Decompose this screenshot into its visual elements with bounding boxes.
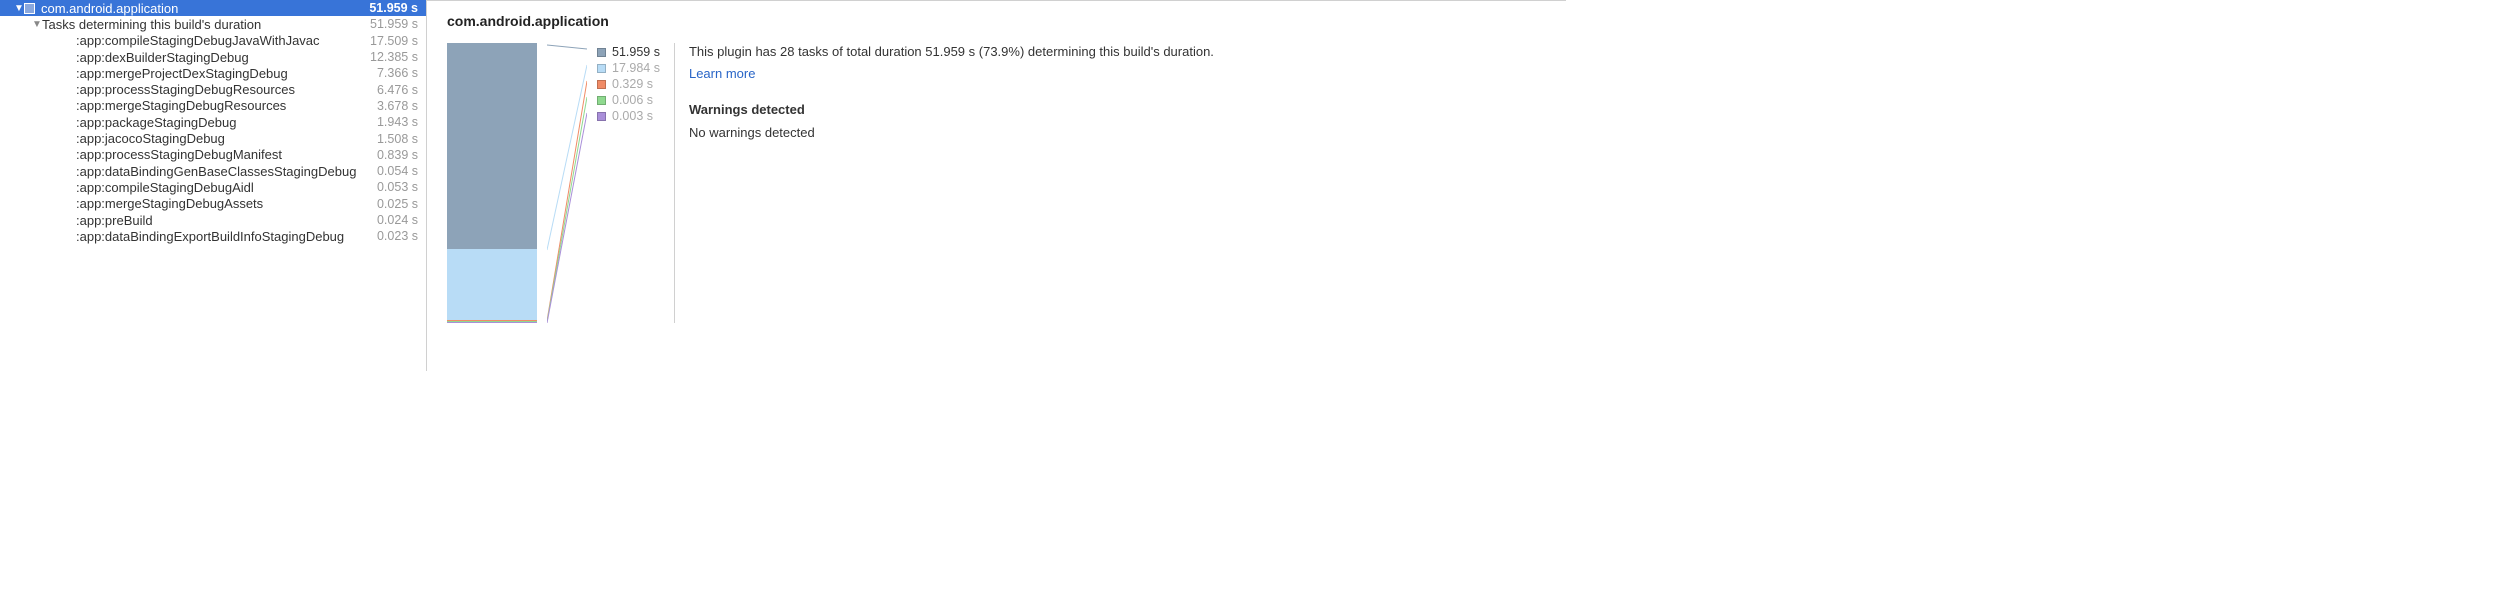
- detail-info: This plugin has 28 tasks of total durati…: [674, 43, 1546, 323]
- tree-task-label: :app:dataBindingGenBaseClassesStagingDeb…: [76, 164, 377, 179]
- tree-task-row[interactable]: :app:dataBindingExportBuildInfoStagingDe…: [0, 228, 426, 244]
- legend-value: 0.006 s: [612, 93, 653, 107]
- legend-value: 51.959 s: [612, 45, 660, 59]
- tree-subhead-row[interactable]: ▼ Tasks determining this build's duratio…: [0, 16, 426, 32]
- detail-summary: This plugin has 28 tasks of total durati…: [689, 43, 1546, 61]
- legend-swatch-icon: [597, 112, 606, 121]
- task-tree-panel: ▼ com.android.application 51.959 s ▼ Tas…: [0, 0, 427, 371]
- legend-value: 0.003 s: [612, 109, 653, 123]
- tree-task-label: :app:jacocoStagingDebug: [76, 131, 377, 146]
- tree-task-time: 0.054 s: [377, 164, 418, 178]
- chevron-down-icon: ▼: [32, 19, 42, 30]
- tree-task-time: 1.943 s: [377, 115, 418, 129]
- tree-root-row[interactable]: ▼ com.android.application 51.959 s: [0, 0, 426, 16]
- bar-segment: [447, 322, 537, 323]
- tree-task-row[interactable]: :app:mergeStagingDebugAssets0.025 s: [0, 196, 426, 212]
- legend-value: 0.329 s: [612, 77, 653, 91]
- tree-task-label: :app:dexBuilderStagingDebug: [76, 50, 370, 65]
- tree-task-row[interactable]: :app:jacocoStagingDebug1.508 s: [0, 130, 426, 146]
- legend-row: 0.006 s: [597, 93, 660, 107]
- tree-task-row[interactable]: :app:packageStagingDebug1.943 s: [0, 114, 426, 130]
- legend-row: 51.959 s: [597, 45, 660, 59]
- learn-more-link[interactable]: Learn more: [689, 66, 755, 81]
- tree-task-time: 7.366 s: [377, 66, 418, 80]
- warnings-heading: Warnings detected: [689, 101, 1546, 119]
- legend-row: 17.984 s: [597, 61, 660, 75]
- tree-node-icon: [24, 3, 35, 14]
- tree-task-label: :app:processStagingDebugResources: [76, 82, 377, 97]
- bar-column: [447, 43, 537, 323]
- chart-legend: 51.959 s 17.984 s 0.329 s 0.006 s 0.003 s: [597, 43, 660, 323]
- legend-swatch-icon: [597, 96, 606, 105]
- chart-leader-lines: [547, 43, 587, 323]
- tree-task-row[interactable]: :app:processStagingDebugResources6.476 s: [0, 81, 426, 97]
- tree-subhead-label: Tasks determining this build's duration: [42, 17, 370, 32]
- tree-task-label: :app:compileStagingDebugJavaWithJavac: [76, 33, 370, 48]
- legend-swatch-icon: [597, 48, 606, 57]
- tree-root-time: 51.959 s: [369, 1, 418, 15]
- tree-root-label: com.android.application: [41, 1, 369, 16]
- tree-task-label: :app:preBuild: [76, 213, 377, 228]
- tree-task-label: :app:dataBindingExportBuildInfoStagingDe…: [76, 229, 377, 244]
- tree-task-label: :app:packageStagingDebug: [76, 115, 377, 130]
- chevron-down-icon: ▼: [14, 3, 24, 14]
- warnings-body: No warnings detected: [689, 124, 1546, 142]
- tree-task-time: 12.385 s: [370, 50, 418, 64]
- bar-segment: [447, 43, 537, 249]
- tree-task-row[interactable]: :app:compileStagingDebugAidl0.053 s: [0, 179, 426, 195]
- tree-task-time: 3.678 s: [377, 99, 418, 113]
- legend-swatch-icon: [597, 80, 606, 89]
- tree-subhead-time: 51.959 s: [370, 17, 418, 31]
- detail-title: com.android.application: [447, 13, 1546, 29]
- legend-swatch-icon: [597, 64, 606, 73]
- stacked-bar-chart: 51.959 s 17.984 s 0.329 s 0.006 s 0.003 s: [447, 43, 660, 323]
- tree-task-row[interactable]: :app:dexBuilderStagingDebug12.385 s: [0, 49, 426, 65]
- tree-task-row[interactable]: :app:mergeProjectDexStagingDebug7.366 s: [0, 65, 426, 81]
- tree-task-time: 6.476 s: [377, 83, 418, 97]
- tree-task-label: :app:compileStagingDebugAidl: [76, 180, 377, 195]
- tree-task-label: :app:mergeProjectDexStagingDebug: [76, 66, 377, 81]
- tree-task-row[interactable]: :app:mergeStagingDebugResources3.678 s: [0, 98, 426, 114]
- tree-task-label: :app:processStagingDebugManifest: [76, 147, 377, 162]
- tree-task-time: 17.509 s: [370, 34, 418, 48]
- legend-row: 0.003 s: [597, 109, 660, 123]
- legend-value: 17.984 s: [612, 61, 660, 75]
- bar-segment: [447, 249, 537, 320]
- tree-task-row[interactable]: :app:dataBindingGenBaseClassesStagingDeb…: [0, 163, 426, 179]
- detail-panel: com.android.application 51.959 s 17.984 s…: [427, 0, 1566, 371]
- tree-task-time: 0.839 s: [377, 148, 418, 162]
- tree-task-row[interactable]: :app:processStagingDebugManifest0.839 s: [0, 147, 426, 163]
- tree-task-time: 0.023 s: [377, 229, 418, 243]
- tree-task-time: 0.024 s: [377, 213, 418, 227]
- tree-task-time: 0.025 s: [377, 197, 418, 211]
- tree-task-row[interactable]: :app:compileStagingDebugJavaWithJavac17.…: [0, 33, 426, 49]
- tree-task-time: 0.053 s: [377, 180, 418, 194]
- tree-task-label: :app:mergeStagingDebugAssets: [76, 196, 377, 211]
- tree-task-time: 1.508 s: [377, 132, 418, 146]
- tree-task-label: :app:mergeStagingDebugResources: [76, 98, 377, 113]
- tree-task-row[interactable]: :app:preBuild0.024 s: [0, 212, 426, 228]
- legend-row: 0.329 s: [597, 77, 660, 91]
